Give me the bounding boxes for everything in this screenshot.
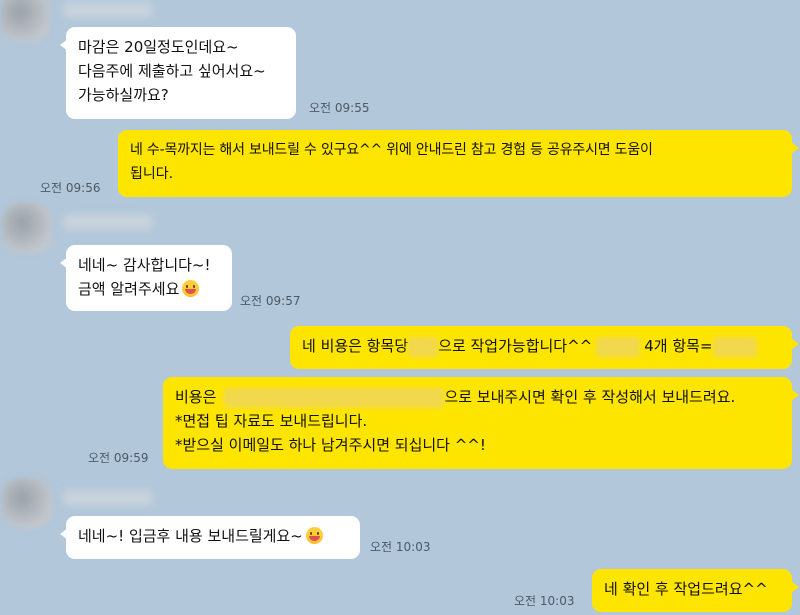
redacted-amount bbox=[712, 336, 757, 357]
redacted-amount bbox=[596, 336, 641, 357]
message-text: 네네~ 감사합니다~! bbox=[78, 256, 211, 274]
message-bubble-outgoing[interactable]: 네 비용은 항목당 으로 작업가능합니다^^ 4개 항목= bbox=[290, 326, 799, 369]
grinning-face-emoji-icon bbox=[305, 527, 323, 544]
message-text: 됩니다. bbox=[130, 166, 174, 182]
sender-name bbox=[62, 2, 154, 18]
sender-name bbox=[62, 490, 154, 506]
message-bubble-incoming[interactable]: 마감은 20일정도인데요~ 다음주에 제출하고 싶어서요~ 가능하실까요? bbox=[60, 27, 296, 119]
message-text: 으로 보내주시면 확인 후 작성해서 보내드려요. bbox=[444, 388, 736, 406]
message-text: 비용은 bbox=[175, 388, 217, 406]
bubble-tail bbox=[60, 257, 68, 269]
sender-name bbox=[62, 214, 154, 230]
message-bubble-outgoing[interactable]: 네 수-목까지는 해서 보내드릴 수 있구요^^ 위에 안내드린 참고 경험 등… bbox=[118, 130, 799, 197]
message-text: 가능하실까요? bbox=[78, 86, 169, 104]
message-bubble-outgoing[interactable]: 네 확인 후 작업드려요^^ bbox=[592, 569, 799, 612]
message-bubble-incoming[interactable]: 네네~ 감사합니다~! 금액 알려주세요 bbox=[60, 245, 232, 311]
message-text: 다음주에 제출하고 싶어서요~ bbox=[78, 62, 266, 80]
message-text: *면접 팁 자료도 보내드립니다. bbox=[175, 412, 368, 430]
sender-avatar[interactable] bbox=[2, 478, 52, 528]
message-text: 네네~! 입금후 내용 보내드릴게요~ bbox=[78, 527, 303, 545]
message-timestamp: 오전 10:03 bbox=[370, 540, 431, 554]
message-text: 마감은 20일정도인데요~ bbox=[78, 38, 239, 56]
message-text: 4개 항목= bbox=[644, 337, 713, 355]
message-text: 금액 알려주세요 bbox=[78, 280, 180, 298]
redacted-amount bbox=[408, 336, 439, 357]
message-text: 네 확인 후 작업드려요^^ bbox=[604, 580, 768, 598]
grinning-face-emoji-icon bbox=[182, 280, 200, 297]
message-bubble-outgoing[interactable]: 비용은 으로 보내주시면 확인 후 작성해서 보내드려요. *면접 팁 자료도 보… bbox=[163, 377, 799, 469]
message-timestamp: 오전 09:57 bbox=[240, 294, 301, 308]
message-timestamp: 오전 09:59 bbox=[88, 451, 149, 465]
bubble-tail bbox=[60, 39, 68, 51]
bubble-tail bbox=[791, 581, 799, 593]
sender-avatar[interactable] bbox=[0, 0, 50, 42]
bubble-tail bbox=[60, 528, 68, 540]
bubble-tail bbox=[791, 142, 799, 154]
message-timestamp: 오전 09:55 bbox=[309, 101, 370, 115]
message-text: 네 수-목까지는 해서 보내드릴 수 있구요^^ 위에 안내드린 참고 경험 등… bbox=[130, 142, 653, 158]
message-text: *받으실 이메일도 하나 남겨주시면 되십니다 ^^! bbox=[175, 436, 486, 454]
message-bubble-incoming[interactable]: 네네~! 입금후 내용 보내드릴게요~ bbox=[60, 516, 360, 559]
message-timestamp: 오전 10:03 bbox=[514, 594, 575, 608]
message-timestamp: 오전 09:56 bbox=[40, 181, 101, 195]
message-text: 네 비용은 항목당 bbox=[302, 337, 409, 355]
message-text: 으로 작업가능합니다^^ bbox=[438, 337, 593, 355]
bubble-tail bbox=[791, 389, 799, 401]
redacted-account bbox=[224, 387, 445, 408]
sender-avatar[interactable] bbox=[2, 203, 52, 253]
bubble-tail bbox=[791, 338, 799, 350]
